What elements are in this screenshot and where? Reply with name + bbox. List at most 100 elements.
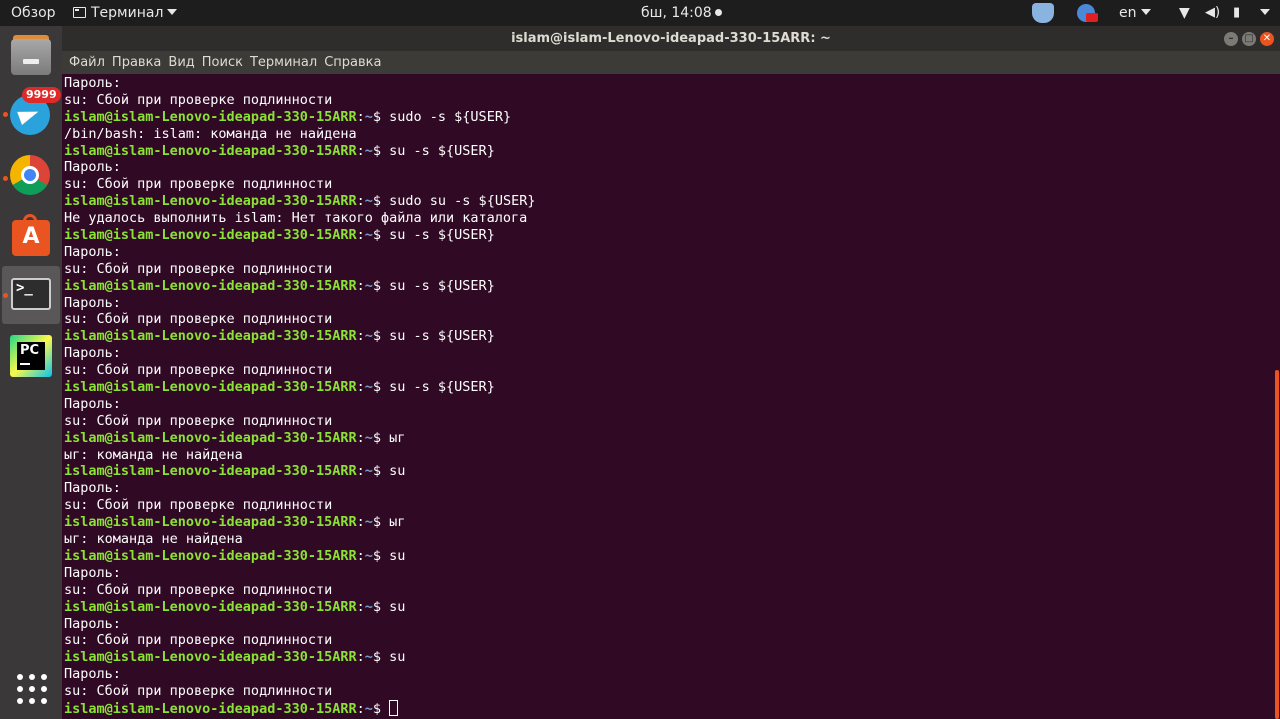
command-line: islam@islam-Lenovo-ideapad-330-15ARR:~$ … <box>64 227 1264 244</box>
output-line: ыг: команда не найдена <box>64 446 243 463</box>
prompt-path: ~ <box>364 379 373 396</box>
terminal-icon-prompt: >_ <box>16 280 33 296</box>
tray-status-icon[interactable] <box>1077 4 1098 22</box>
command-line: islam@islam-Lenovo-ideapad-330-15ARR:~$ … <box>64 649 1264 666</box>
wifi-icon[interactable]: ▼ <box>1179 0 1190 26</box>
output-line: su: Сбой при проверке подлинности <box>64 412 333 429</box>
prompt-path: ~ <box>364 193 373 210</box>
command-text: su -s ${USER} <box>389 277 495 294</box>
prompt-path: ~ <box>364 227 373 244</box>
pycharm-icon[interactable]: PC <box>10 334 52 377</box>
output-line: su: Сбой при проверке подлинности <box>64 581 333 598</box>
command-text: sudo su -s ${USER} <box>389 193 536 210</box>
prompt-user-host: islam@islam-Lenovo-ideapad-330-15ARR <box>64 108 357 125</box>
command-line: islam@islam-Lenovo-ideapad-330-15ARR:~$ … <box>64 193 1264 210</box>
command-text: sudo -s ${USER} <box>389 108 512 125</box>
telegram-icon[interactable]: 9999 <box>10 87 61 135</box>
command-text: su <box>389 598 406 615</box>
close-button[interactable]: ✕ <box>1260 32 1274 46</box>
terminal-output[interactable]: Пароль: su: Сбой при проверке подлинности… <box>64 75 1264 719</box>
unread-badge: 9999 <box>22 87 61 103</box>
prompt-symbol: $ <box>372 700 390 717</box>
prompt-colon: : <box>356 700 365 717</box>
text-cursor[interactable] <box>389 699 399 716</box>
command-text: su -s ${USER} <box>389 142 495 159</box>
running-indicator <box>3 293 8 298</box>
prompt-user-host: islam@islam-Lenovo-ideapad-330-15ARR <box>64 142 357 159</box>
menu-help[interactable]: Справка <box>321 51 384 74</box>
pycharm-icon-text: PC <box>20 343 40 358</box>
clock-label: бш, 14:08 <box>641 5 712 21</box>
menu-bar: Файл Правка Вид Поиск Терминал Справка <box>62 51 1280 74</box>
menu-edit[interactable]: Правка <box>109 51 164 74</box>
window-titlebar[interactable]: islam@islam-Lenovo-ideapad-330-15ARR: ~ … <box>62 26 1280 51</box>
prompt-symbol: $ <box>372 547 390 564</box>
command-line: islam@islam-Lenovo-ideapad-330-15ARR:~$ … <box>64 328 1264 345</box>
prompt-symbol: $ <box>372 142 390 159</box>
store-letter-icon: A <box>22 224 40 249</box>
chevron-down-icon <box>1260 9 1270 15</box>
show-applications-icon[interactable] <box>17 674 47 704</box>
prompt-path: ~ <box>364 649 373 666</box>
terminal-app-icon <box>73 7 86 18</box>
command-line: islam@islam-Lenovo-ideapad-330-15ARR:~$ … <box>64 109 1264 126</box>
files-icon[interactable] <box>10 35 52 77</box>
prompt-path: ~ <box>364 547 373 564</box>
output-line: Пароль: <box>64 615 121 632</box>
prompt-user-host: islam@islam-Lenovo-ideapad-330-15ARR <box>64 700 357 717</box>
prompt-path: ~ <box>364 463 373 480</box>
volume-icon[interactable]: ◀) <box>1205 0 1220 26</box>
output-line: Пароль: <box>64 480 121 497</box>
terminal-window: islam@islam-Lenovo-ideapad-330-15ARR: ~ … <box>62 26 1280 719</box>
maximize-button[interactable]: □ <box>1242 32 1256 46</box>
files-icon-slot <box>23 59 39 64</box>
prompt-user-host: islam@islam-Lenovo-ideapad-330-15ARR <box>64 598 357 615</box>
output-line: su: Сбой при проверке подлинности <box>64 683 333 700</box>
system-menu-chevron-icon[interactable] <box>1256 0 1270 26</box>
terminal-icon[interactable]: >_ <box>10 274 52 316</box>
app-menu[interactable]: Терминал <box>73 0 178 26</box>
menu-terminal[interactable]: Терминал <box>247 51 320 74</box>
language-selector[interactable]: en <box>1119 0 1151 26</box>
prompt-symbol: $ <box>372 277 390 294</box>
prompt-user-host: islam@islam-Lenovo-ideapad-330-15ARR <box>64 227 357 244</box>
output-line: Пароль: <box>64 243 121 260</box>
prompt-symbol: $ <box>372 328 390 345</box>
output-line: Пароль: <box>64 666 121 683</box>
prompt-colon: : <box>356 227 365 244</box>
chrome-icon-center <box>21 166 39 184</box>
prompt-symbol: $ <box>372 649 390 666</box>
prompt-path: ~ <box>364 108 373 125</box>
activities-button[interactable]: Обзор <box>11 0 56 26</box>
prompt-colon: : <box>356 649 365 666</box>
prompt-colon: : <box>356 598 365 615</box>
output-line: Пароль: <box>64 564 121 581</box>
minimize-button[interactable]: – <box>1224 32 1238 46</box>
tray-app-icon[interactable] <box>1032 3 1054 23</box>
menu-view[interactable]: Вид <box>165 51 197 74</box>
output-line: su: Сбой при проверке подлинности <box>64 311 333 328</box>
chrome-icon[interactable] <box>10 153 52 195</box>
menu-file[interactable]: Файл <box>66 51 108 74</box>
scrollbar[interactable] <box>1275 370 1279 719</box>
command-text: su <box>389 463 406 480</box>
prompt-colon: : <box>356 193 365 210</box>
prompt-user-host: islam@islam-Lenovo-ideapad-330-15ARR <box>64 379 357 396</box>
output-line: su: Сбой при проверке подлинности <box>64 632 333 649</box>
prompt-colon: : <box>356 547 365 564</box>
prompt-colon: : <box>356 328 365 345</box>
prompt-colon: : <box>356 142 365 159</box>
prompt-symbol: $ <box>372 514 390 531</box>
prompt-user-host: islam@islam-Lenovo-ideapad-330-15ARR <box>64 193 357 210</box>
battery-icon[interactable]: ▮ <box>1233 0 1240 26</box>
running-indicator <box>3 176 8 181</box>
dock: 9999 A >_ PC <box>0 26 62 719</box>
software-store-icon[interactable]: A <box>10 214 52 256</box>
prompt-symbol: $ <box>372 227 390 244</box>
menu-search[interactable]: Поиск <box>199 51 246 74</box>
files-icon-body <box>11 39 51 75</box>
output-line: Пароль: <box>64 294 121 311</box>
window-title: islam@islam-Lenovo-ideapad-330-15ARR: ~ <box>511 31 831 46</box>
clock[interactable]: бш, 14:08 <box>641 0 722 26</box>
output-line: su: Сбой при проверке подлинности <box>64 260 333 277</box>
